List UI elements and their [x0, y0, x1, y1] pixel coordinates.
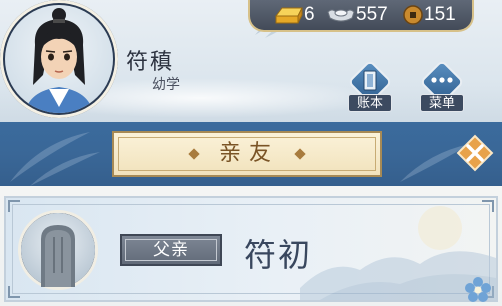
- panel-title: 亲友: [218, 141, 279, 166]
- relative-name: 符初: [244, 236, 313, 274]
- card-corner-ornament: [8, 286, 20, 298]
- relation-badge: 父亲: [120, 234, 222, 266]
- close-icon: [456, 134, 494, 172]
- card-corner-ornament: [8, 200, 20, 212]
- coin-currency: 151: [402, 3, 456, 27]
- silver-currency: 557: [326, 3, 388, 27]
- panel-title-plate: 亲友: [112, 131, 382, 177]
- scholar-portrait-icon: [25, 8, 93, 113]
- relative-portrait: [18, 210, 98, 290]
- gold-value: 6: [304, 4, 315, 25]
- menu-button[interactable]: 菜单: [419, 59, 465, 112]
- tombstone-icon: [21, 213, 95, 287]
- close-button[interactable]: [454, 132, 496, 174]
- menu-button-label: 菜单: [420, 94, 464, 112]
- player-name: 符稹: [126, 50, 175, 75]
- coin-value: 151: [424, 4, 456, 25]
- player-title: 幼学: [152, 77, 180, 93]
- ledger-book-icon: [363, 70, 377, 91]
- blue-flower-decoration: [465, 277, 491, 302]
- silver-ingot-icon: [327, 9, 355, 22]
- player-avatar[interactable]: [0, 0, 118, 118]
- currency-bar: 6 557 151: [248, 0, 474, 32]
- ledger-button-label: 账本: [348, 94, 392, 112]
- ledger-button[interactable]: 账本: [347, 59, 393, 112]
- gold-ingot-icon: [275, 7, 303, 24]
- copper-coin-icon: [403, 5, 423, 25]
- header-mist-decoration: [80, 78, 380, 118]
- silver-value: 557: [356, 4, 388, 25]
- gold-currency: 6: [274, 3, 315, 27]
- relation-label: 父亲: [153, 240, 189, 260]
- avatar-portrait-frame: [5, 5, 113, 113]
- ellipsis-icon: [431, 77, 453, 83]
